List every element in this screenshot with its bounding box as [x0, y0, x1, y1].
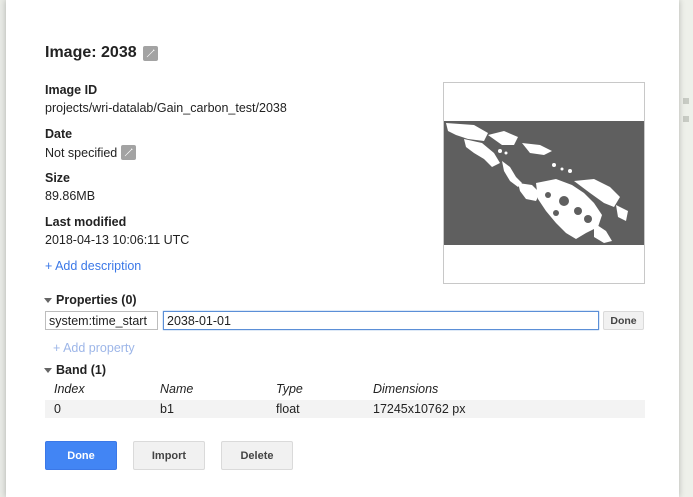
band-header-text: Band (1) — [56, 363, 106, 377]
date-value: Not specified — [45, 145, 118, 160]
properties-section-header[interactable]: Properties (0) — [44, 293, 137, 307]
delete-button[interactable]: Delete — [221, 441, 293, 470]
band-col-index: Index — [54, 382, 85, 396]
property-done-button[interactable]: Done — [603, 311, 644, 330]
last-modified-field: Last modified 2018-04-13 10:06:11 UTC — [45, 215, 189, 247]
triangle-down-icon — [44, 297, 52, 303]
date-value-row: Not specified — [45, 145, 137, 160]
date-label: Date — [45, 127, 73, 141]
last-modified-label: Last modified — [45, 215, 127, 229]
map-marker — [683, 116, 689, 122]
add-description-link[interactable]: + Add description — [45, 259, 141, 273]
band-dimensions-cell: 17245x10762 px — [373, 402, 466, 416]
date-field: Date Not specified — [45, 127, 137, 160]
done-button[interactable]: Done — [45, 441, 117, 470]
property-key-input[interactable] — [45, 311, 158, 330]
size-field: Size 89.86MB — [45, 171, 95, 203]
image-id-label: Image ID — [45, 83, 98, 97]
table-row: 0 b1 float 17245x10762 px — [45, 400, 645, 418]
image-id-field: Image ID projects/wri-datalab/Gain_carbo… — [45, 83, 287, 115]
image-thumbnail — [443, 82, 645, 284]
band-index-cell: 0 — [54, 402, 61, 416]
band-col-dimensions: Dimensions — [373, 382, 439, 396]
band-col-type: Type — [276, 382, 303, 396]
band-col-name: Name — [160, 382, 194, 396]
triangle-down-icon — [44, 367, 52, 373]
add-property-link[interactable]: + Add property — [53, 341, 135, 355]
property-value-input[interactable] — [163, 311, 599, 330]
map-marker — [683, 98, 689, 104]
import-button[interactable]: Import — [133, 441, 205, 470]
size-label: Size — [45, 171, 71, 185]
image-id-value: projects/wri-datalab/Gain_carbon_test/20… — [45, 101, 287, 115]
band-table-header: Index Name Type Dimensions — [45, 380, 645, 398]
edit-title-pencil-icon[interactable] — [142, 45, 158, 61]
image-details-dialog: Image: 2038 Image ID projects/wri-datala… — [6, 0, 679, 497]
dialog-title: Image: 2038 — [45, 44, 158, 62]
properties-header-text: Properties (0) — [56, 293, 137, 307]
edit-date-pencil-icon[interactable] — [121, 145, 137, 160]
last-modified-value: 2018-04-13 10:06:11 UTC — [45, 233, 190, 247]
band-name-cell: b1 — [160, 402, 174, 416]
band-type-cell: float — [276, 402, 300, 416]
band-section-header[interactable]: Band (1) — [44, 363, 106, 377]
dialog-title-text: Image: 2038 — [45, 44, 137, 61]
size-value: 89.86MB — [45, 189, 96, 203]
